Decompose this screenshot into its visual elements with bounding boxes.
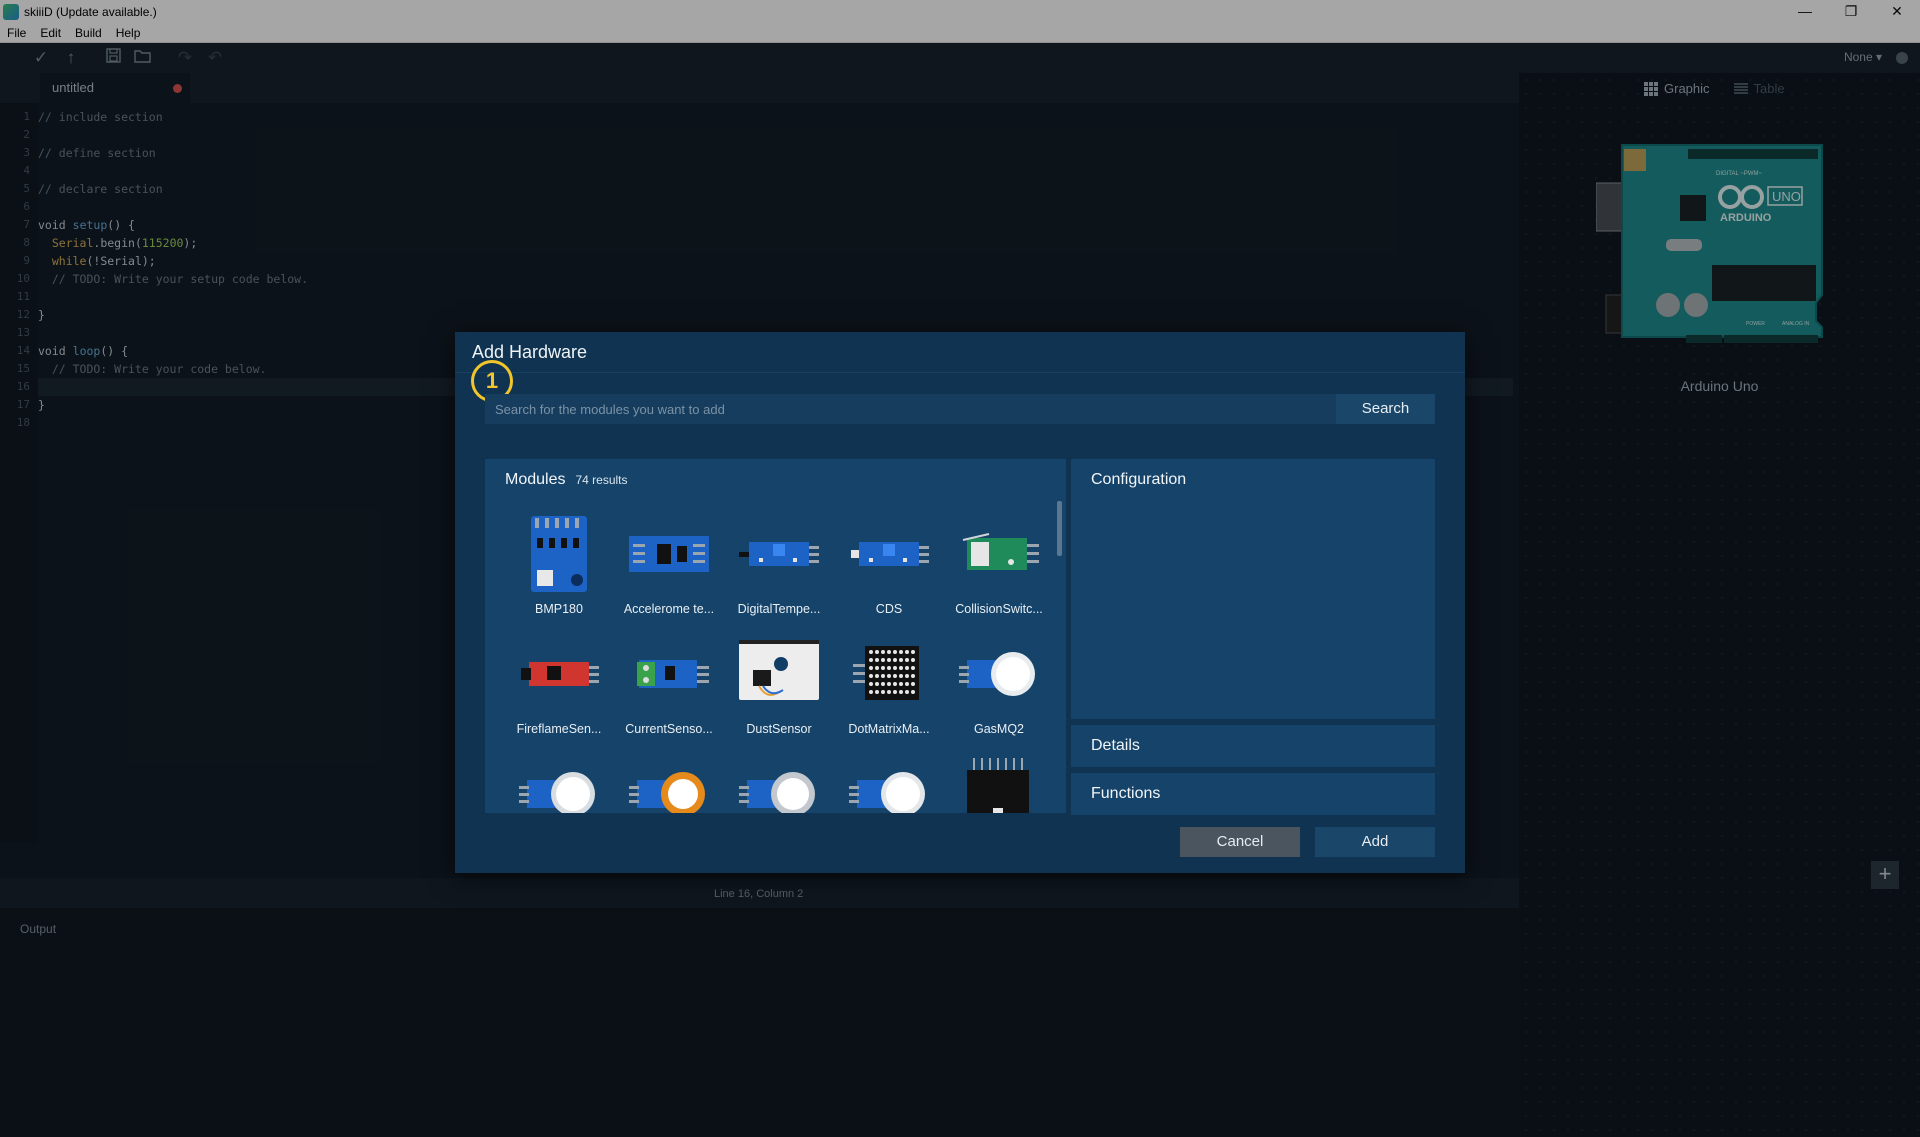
cds-icon	[851, 542, 929, 566]
module-search-input[interactable]	[485, 394, 1361, 424]
collision-switch-icon	[962, 533, 1039, 570]
digital-temperature-icon	[739, 542, 819, 566]
module-item[interactable]: BMP180	[505, 514, 613, 634]
modules-count: 74 results	[575, 473, 628, 487]
module-item[interactable]: DotMatrixMa...	[835, 634, 943, 754]
functions-title: Functions	[1091, 785, 1161, 802]
module-item[interactable]: CollisionSwitc...	[945, 514, 1053, 634]
module-name: GasMQ2	[973, 722, 1024, 736]
module-item[interactable]: CurrentSenso...	[615, 634, 723, 754]
module-item[interactable]: Accelerome te...	[615, 514, 723, 634]
module-item[interactable]: CDS	[835, 514, 943, 634]
modules-panel: Modules 74 results BMP180 Accelerome te.…	[485, 459, 1066, 813]
module-name: CollisionSwitc...	[955, 602, 1043, 616]
search-button[interactable]: Search	[1336, 394, 1435, 424]
module-name: Accelerome te...	[623, 602, 715, 616]
module-item[interactable]	[835, 754, 943, 813]
flame-sensor-icon	[521, 662, 599, 686]
dust-sensor-icon	[739, 640, 819, 700]
module-item[interactable]	[615, 754, 723, 813]
bmp180-sensor-icon	[531, 516, 587, 592]
module-name: CurrentSenso...	[625, 722, 713, 736]
add-hardware-dialog: Add Hardware 1 Search Modules 74 results…	[455, 332, 1465, 873]
gas-sensor-icon	[519, 772, 595, 813]
dialog-divider	[455, 372, 1465, 373]
details-panel[interactable]: Details	[1071, 725, 1435, 767]
module-item[interactable]	[505, 754, 613, 813]
module-name: DustSensor	[746, 722, 812, 736]
module-item[interactable]: GasMQ2	[945, 634, 1053, 754]
current-sensor-icon	[637, 660, 709, 688]
functions-panel[interactable]: Functions	[1071, 773, 1435, 815]
accelerometer-icon	[629, 536, 709, 572]
module-item[interactable]	[725, 754, 833, 813]
gas-sensor-orange-icon	[629, 772, 705, 813]
modules-scrollbar[interactable]	[1057, 501, 1062, 556]
modules-header: Modules 74 results	[505, 471, 628, 489]
module-name: BMP180	[535, 602, 583, 616]
module-item[interactable]: DustSensor	[725, 634, 833, 754]
module-item[interactable]: FireflameSen...	[505, 634, 613, 754]
module-item[interactable]: DigitalTempe...	[725, 514, 833, 634]
modules-title: Modules	[505, 471, 566, 488]
gas-sensor-icon	[739, 772, 815, 813]
add-button[interactable]: Add	[1315, 827, 1435, 857]
configuration-title: Configuration	[1091, 471, 1187, 488]
module-name: DotMatrixMa...	[848, 722, 930, 736]
configuration-panel: Configuration	[1071, 459, 1435, 719]
gas-sensor-icon	[849, 772, 925, 813]
dot-matrix-icon	[853, 646, 919, 700]
ic-module-icon	[967, 758, 1029, 813]
module-name: FireflameSen...	[516, 722, 602, 736]
module-name: CDS	[875, 602, 903, 616]
cancel-button[interactable]: Cancel	[1180, 827, 1300, 857]
module-name: DigitalTempe...	[737, 602, 821, 616]
details-title: Details	[1091, 737, 1140, 754]
gas-sensor-icon	[959, 652, 1035, 696]
module-item[interactable]	[945, 754, 1053, 813]
